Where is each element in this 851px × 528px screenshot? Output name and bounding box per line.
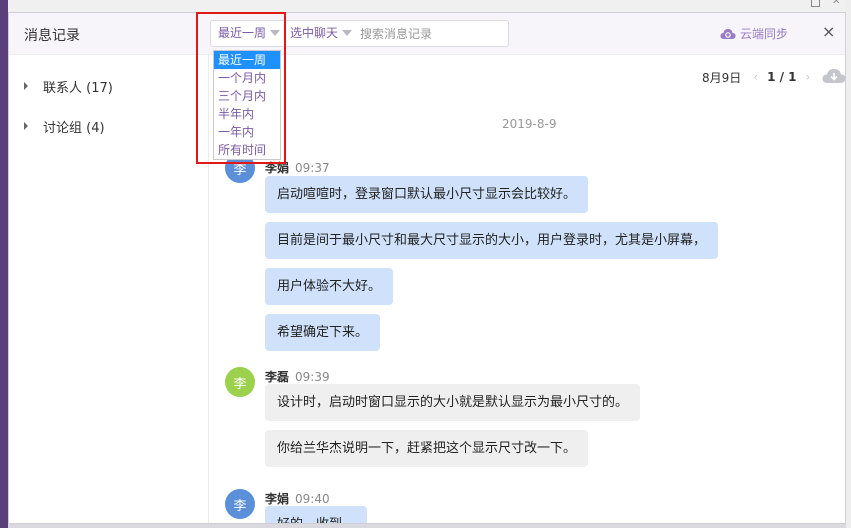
message-bubble[interactable]: 目前是间于最小尺寸和最大尺寸显示的大小，用户登录时，尤其是小屏幕， [265, 222, 719, 259]
cloud-download-icon [822, 68, 845, 83]
dialog-title: 消息记录 [24, 28, 80, 44]
message-bubble[interactable]: 你给兰华杰说明一下，赶紧把这个显示尺寸改一下。 [265, 430, 589, 467]
message-sender: 李娟 09:40 [265, 490, 330, 507]
tree-item-label: 讨论组 (4) [43, 120, 105, 136]
contact-tree: 联系人 (17) 讨论组 (4) [9, 55, 209, 523]
chat-scope-value: 选中聊天 [290, 26, 339, 40]
pager-date[interactable]: 8月9日 [702, 69, 741, 86]
message-sender: 李磊 09:39 [265, 368, 330, 385]
message-bubble[interactable]: 设计时，启动时窗口显示的大小就是默认显示为最小尺寸的。 [265, 384, 641, 421]
message-panel: 8月9日 ‹ 1 / 1 › 2019-8-9 李 李娟 09:37 启动喧喧时，… [209, 55, 845, 523]
message-time: 09:37 [295, 161, 330, 175]
dropdown-option[interactable]: 半年内 [214, 105, 280, 123]
dropdown-option[interactable]: 一年内 [214, 123, 280, 141]
date-separator: 2019-8-9 [502, 117, 557, 131]
close-icon[interactable]: ✕ [832, 0, 840, 7]
tree-item-groups[interactable]: 讨论组 (4) [24, 116, 105, 136]
cloud-sync-label: 云端同步 [740, 27, 789, 41]
dropdown-option[interactable]: 一个月内 [214, 69, 280, 87]
message-sender: 李娟 09:37 [265, 159, 330, 176]
message-history-dialog: 消息记录 最近一周 选中聊天 云端同步 × 联系人 (17) 讨论组 (4 [8, 12, 846, 524]
sender-name: 李娟 [265, 161, 290, 175]
filter-bar: 最近一周 选中聊天 [210, 20, 509, 47]
next-page-button[interactable]: › [806, 70, 811, 84]
background-window-titlebar [0, 0, 851, 12]
chat-scope-select[interactable]: 选中聊天 [290, 21, 353, 46]
cloud-sync-button[interactable]: 云端同步 [720, 25, 788, 42]
time-range-select[interactable]: 最近一周 [218, 21, 281, 46]
dropdown-option[interactable]: 所有时间 [214, 141, 280, 159]
search-input[interactable] [360, 23, 500, 44]
prev-page-button[interactable]: ‹ [753, 70, 758, 84]
expand-arrow-icon[interactable] [24, 82, 28, 90]
background-app-sidebar [0, 0, 8, 528]
sender-name: 李磊 [265, 370, 290, 384]
page-indicator: 1 / 1 [767, 70, 797, 84]
avatar[interactable]: 李 [225, 489, 255, 519]
cloud-sync-icon [720, 28, 736, 39]
chevron-down-icon [342, 30, 353, 36]
message-bubble[interactable]: 好的，收到。 [265, 506, 368, 523]
dropdown-option[interactable]: 最近一周 [214, 51, 280, 69]
message-bubble[interactable]: 启动喧喧时，登录窗口默认最小尺寸显示会比较好。 [265, 176, 589, 213]
time-range-dropdown: 最近一周 一个月内 三个月内 半年内 一年内 所有时间 [213, 50, 281, 160]
chevron-down-icon [270, 30, 281, 36]
maximize-icon[interactable] [811, 0, 820, 7]
message-time: 09:39 [295, 370, 330, 384]
message-time: 09:40 [295, 492, 330, 506]
dropdown-option[interactable]: 三个月内 [214, 87, 280, 105]
expand-arrow-icon[interactable] [24, 122, 28, 130]
time-range-value: 最近一周 [218, 26, 267, 40]
tree-item-label: 联系人 (17) [43, 80, 113, 96]
close-button[interactable]: × [822, 22, 835, 41]
download-button[interactable] [822, 68, 845, 87]
tree-item-contacts[interactable]: 联系人 (17) [24, 76, 113, 96]
message-bubble[interactable]: 希望确定下来。 [265, 314, 381, 351]
sender-name: 李娟 [265, 492, 290, 506]
pager: 8月9日 ‹ 1 / 1 › [697, 67, 845, 87]
background-scrollbar [846, 0, 851, 528]
message-bubble[interactable]: 用户体验不大好。 [265, 268, 394, 305]
dialog-header: 消息记录 最近一周 选中聊天 云端同步 × [9, 13, 845, 55]
avatar[interactable]: 李 [225, 367, 255, 397]
